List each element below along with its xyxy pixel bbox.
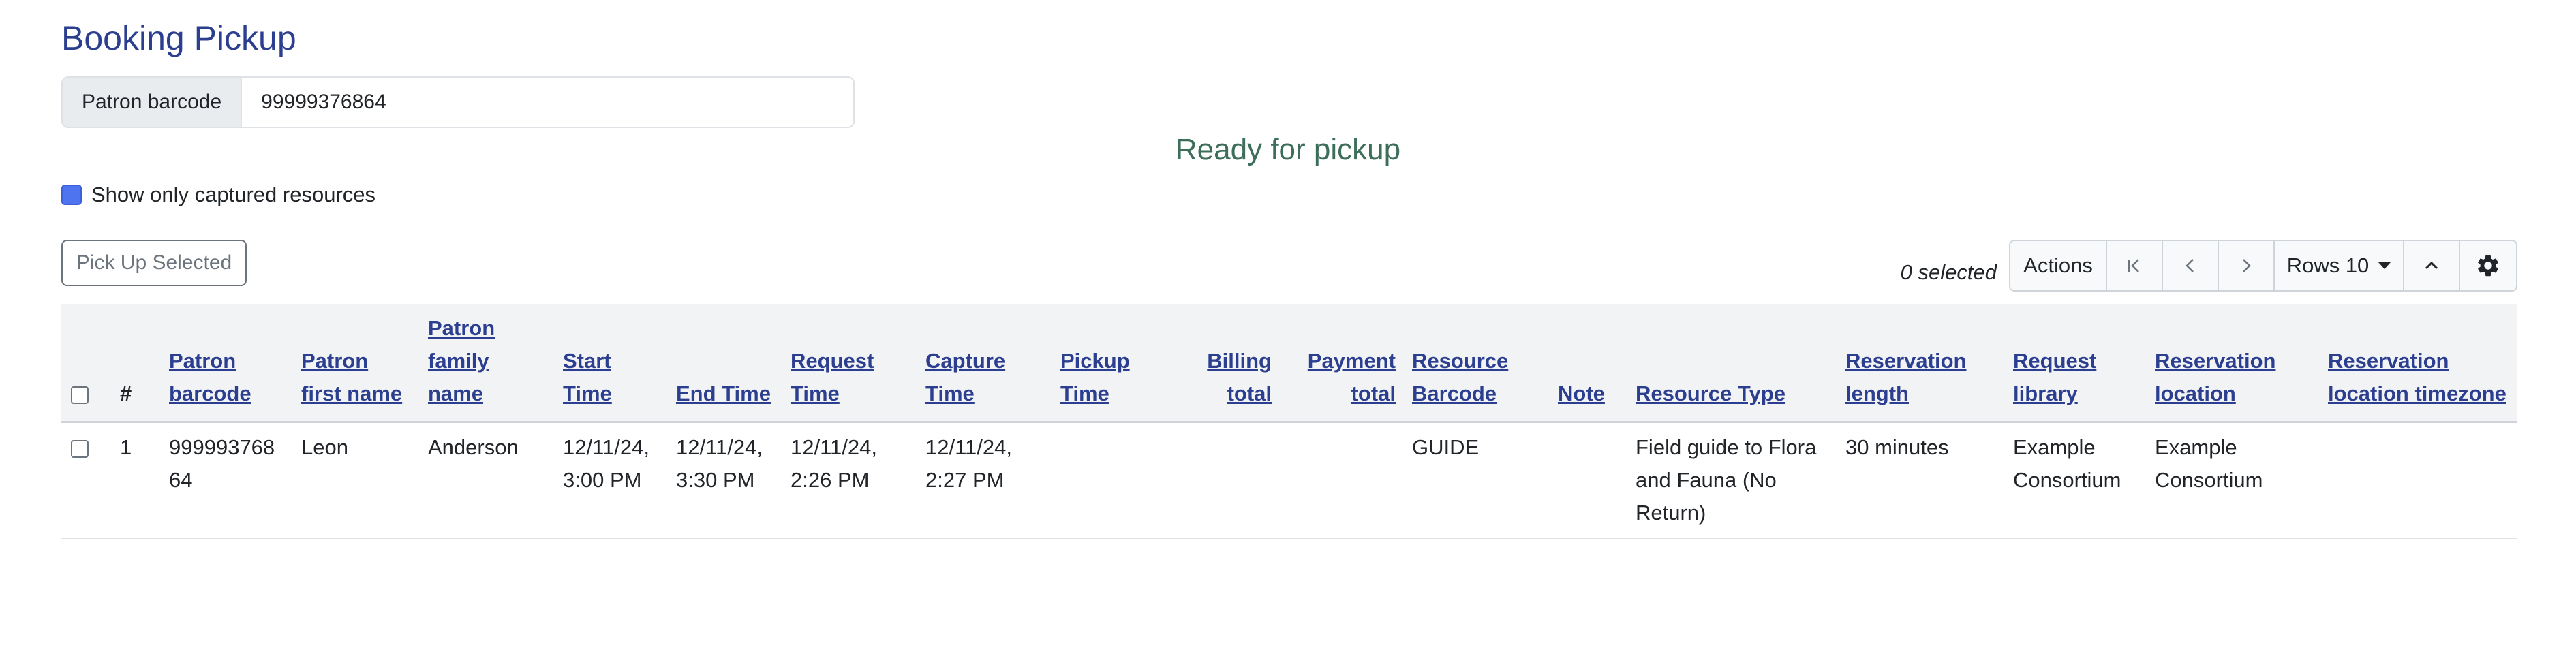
grid-toolbar: Actions Rows 10: [2009, 240, 2517, 292]
next-page-icon: [2243, 259, 2251, 272]
previous-page-button[interactable]: [2163, 241, 2219, 290]
sort-link[interactable]: Pickup Time: [1060, 349, 1130, 405]
column-header-reservation-length[interactable]: Reservation length: [1836, 304, 2004, 423]
column-header-billing-total[interactable]: Billing total: [1176, 304, 1278, 423]
ready-for-pickup-heading: Ready for pickup: [1175, 133, 1401, 166]
column-header-resource-barcode[interactable]: Resource Barcode: [1402, 304, 1548, 423]
column-header-note[interactable]: Note: [1548, 304, 1626, 423]
column-header-resource-type[interactable]: Resource Type: [1626, 304, 1836, 423]
captured-only-toggle[interactable]: Show only captured resources: [61, 183, 375, 207]
cell-reservation-length: 30 minutes: [1836, 422, 2004, 539]
settings-button[interactable]: [2460, 241, 2516, 290]
booking-pickup-page: Booking Pickup Patron barcode Ready for …: [0, 0, 2576, 654]
sort-link[interactable]: End Time: [676, 382, 771, 405]
cell-capture-time: 12/11/24, 2:27 PM: [916, 422, 1051, 539]
sort-link[interactable]: Request library: [2013, 349, 2096, 405]
table-row[interactable]: 1 99999376864 Leon Anderson 12/11/24, 3:…: [61, 422, 2517, 539]
sort-link[interactable]: Request Time: [791, 349, 874, 405]
sort-link[interactable]: Resource Barcode: [1412, 349, 1508, 405]
table-header-row: # Patron barcode Patron first name Patro…: [61, 304, 2517, 423]
pick-up-selected-button[interactable]: Pick Up Selected: [61, 240, 247, 286]
column-header-first-name[interactable]: Patron first name: [292, 304, 418, 423]
captured-only-checkbox[interactable]: [61, 185, 82, 205]
row-select-cell: [61, 422, 110, 539]
patron-barcode-group: Patron barcode: [61, 76, 855, 128]
row-checkbox[interactable]: [71, 439, 89, 458]
cell-end-time: 12/11/24, 3:30 PM: [666, 422, 781, 539]
cell-request-time: 12/11/24, 2:26 PM: [781, 422, 916, 539]
column-header-capture-time[interactable]: Capture Time: [916, 304, 1051, 423]
sort-link[interactable]: Patron family name: [428, 316, 495, 405]
first-page-button[interactable]: [2107, 241, 2163, 290]
sort-link[interactable]: Reservation location timezone: [2328, 349, 2506, 405]
column-header-location-timezone[interactable]: Reservation location timezone: [2318, 304, 2517, 423]
sort-link[interactable]: Billing total: [1207, 349, 1272, 405]
page-title: Booking Pickup: [61, 19, 296, 57]
sort-link[interactable]: Reservation length: [1845, 349, 1966, 405]
rows-per-page-label: Rows 10: [2286, 253, 2370, 277]
next-page-button[interactable]: [2219, 241, 2275, 290]
cell-first-name: Leon: [292, 422, 418, 539]
column-header-pickup-time[interactable]: Pickup Time: [1051, 304, 1176, 423]
select-all-cell: [61, 304, 110, 423]
cell-note: [1548, 422, 1626, 539]
sort-link[interactable]: Resource Type: [1636, 382, 1785, 405]
cell-resource-barcode: GUIDE: [1402, 422, 1548, 539]
actions-button[interactable]: Actions: [2010, 241, 2107, 290]
cell-family-name: Anderson: [418, 422, 553, 539]
cell-index: 1: [110, 422, 159, 539]
cell-resource-type: Field guide to Flora and Fauna (No Retur…: [1626, 422, 1836, 539]
booking-grid: # Patron barcode Patron first name Patro…: [61, 304, 2517, 539]
column-header-payment-total[interactable]: Payment total: [1278, 304, 1402, 423]
sort-link[interactable]: Patron barcode: [169, 349, 251, 405]
cell-pickup-time: [1051, 422, 1176, 539]
cell-reservation-location: Example Consortium: [2145, 422, 2318, 539]
cell-location-timezone: [2318, 422, 2517, 539]
gear-icon: [2478, 255, 2498, 277]
column-header-reservation-location[interactable]: Reservation location: [2145, 304, 2318, 423]
sort-link[interactable]: Start Time: [563, 349, 612, 405]
collapse-button[interactable]: [2404, 241, 2460, 290]
column-header-request-library[interactable]: Request library: [2004, 304, 2145, 423]
previous-page-icon: [2186, 259, 2194, 272]
cell-start-time: 12/11/24, 3:00 PM: [553, 422, 666, 539]
column-header-end-time[interactable]: End Time: [666, 304, 781, 423]
cell-request-library: Example Consortium: [2004, 422, 2145, 539]
column-header-index: #: [110, 304, 159, 423]
first-page-icon: [2128, 259, 2139, 272]
rows-per-page-dropdown[interactable]: Rows 10: [2275, 241, 2404, 290]
collapse-icon: [2425, 261, 2438, 270]
column-header-request-time[interactable]: Request Time: [781, 304, 916, 423]
sort-link[interactable]: Note: [1558, 382, 1605, 405]
column-header-start-time[interactable]: Start Time: [553, 304, 666, 423]
chevron-down-icon: [2378, 262, 2391, 269]
cell-billing-total: [1176, 422, 1278, 539]
cell-payment-total: [1278, 422, 1402, 539]
select-all-checkbox[interactable]: [71, 386, 89, 404]
patron-barcode-input[interactable]: [242, 78, 853, 127]
cell-patron-barcode: 99999376864: [159, 422, 292, 539]
sort-link[interactable]: Capture Time: [925, 349, 1005, 405]
column-header-patron-barcode[interactable]: Patron barcode: [159, 304, 292, 423]
selected-count: 0 selected: [1900, 260, 1997, 284]
captured-only-label: Show only captured resources: [91, 183, 376, 206]
sort-link[interactable]: Reservation location: [2155, 349, 2275, 405]
sort-link[interactable]: Payment total: [1308, 349, 1396, 405]
sort-link[interactable]: Patron first name: [301, 349, 402, 405]
booking-table: # Patron barcode Patron first name Patro…: [61, 304, 2517, 539]
patron-barcode-label: Patron barcode: [63, 78, 243, 127]
column-header-family-name[interactable]: Patron family name: [418, 304, 553, 423]
